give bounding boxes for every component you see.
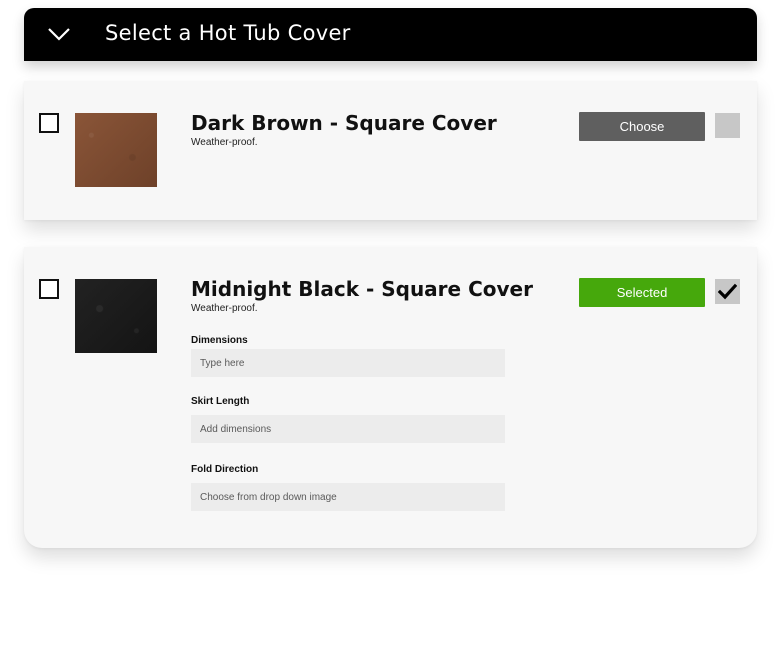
header-title: Select a Hot Tub Cover: [105, 21, 351, 45]
option-checkbox[interactable]: [39, 279, 59, 299]
option-checkbox[interactable]: [39, 113, 59, 133]
dimensions-input[interactable]: [191, 349, 505, 377]
checkmark-icon: [718, 283, 737, 300]
option-title: Midnight Black - Square Cover: [191, 277, 533, 301]
cover-option-dark-brown: Dark Brown - Square Cover Weather-proof.…: [24, 81, 757, 220]
option-title: Dark Brown - Square Cover: [191, 111, 497, 135]
chevron-down-icon[interactable]: [48, 27, 70, 41]
skirt-length-label: Skirt Length: [191, 396, 250, 407]
selection-indicator[interactable]: [715, 113, 740, 138]
cover-swatch-image: [75, 279, 157, 353]
fold-direction-label: Fold Direction: [191, 464, 259, 475]
dimensions-label: Dimensions: [191, 335, 248, 346]
cover-swatch-image: [75, 113, 157, 187]
choose-button[interactable]: Choose: [579, 112, 705, 141]
option-description: Weather-proof.: [191, 303, 258, 314]
selection-indicator[interactable]: [715, 279, 740, 304]
cover-selector-header[interactable]: Select a Hot Tub Cover: [24, 8, 757, 61]
skirt-length-input[interactable]: [191, 415, 505, 443]
cover-option-midnight-black: Midnight Black - Square Cover Weather-pr…: [24, 247, 757, 548]
fold-direction-select[interactable]: [191, 483, 505, 511]
option-description: Weather-proof.: [191, 137, 258, 148]
selected-button[interactable]: Selected: [579, 278, 705, 307]
